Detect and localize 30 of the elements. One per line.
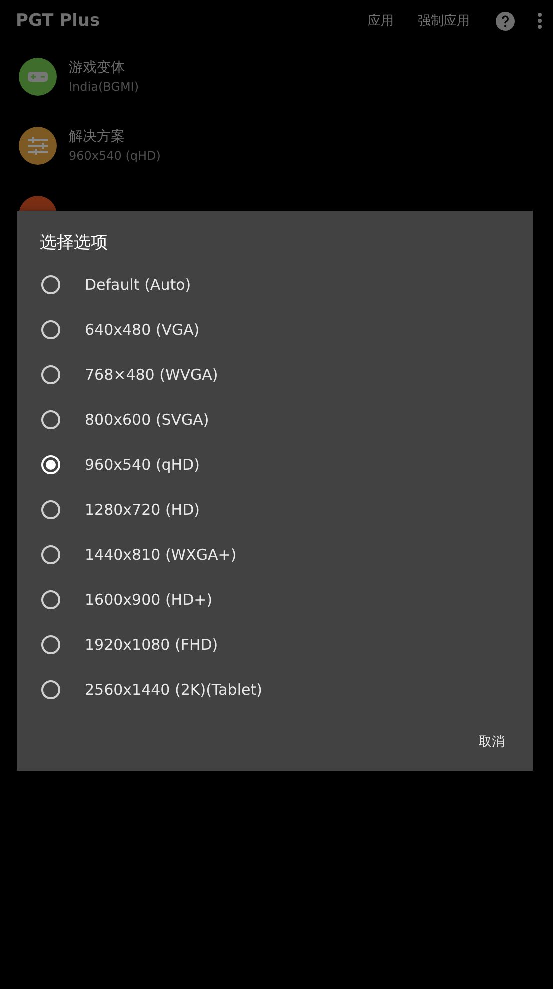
help-icon[interactable]	[496, 12, 515, 30]
setting-title: 游戏变体	[69, 59, 126, 77]
radio-option[interactable]: 1280x720 (HD)	[17, 487, 533, 532]
cancel-button[interactable]: 取消	[479, 733, 505, 751]
radio-option[interactable]: 1600x900 (HD+)	[17, 577, 533, 622]
radio-button[interactable]	[41, 544, 61, 564]
radio-button[interactable]	[41, 590, 61, 610]
action-button[interactable]: 应用	[368, 12, 394, 30]
radio-button[interactable]	[41, 364, 61, 384]
dialog-title: 选择选项	[40, 232, 108, 254]
radio-button[interactable]	[41, 320, 61, 340]
radio-button[interactable]	[41, 274, 61, 294]
setting-value: 960x540 (qHD)	[69, 149, 161, 163]
radio-button[interactable]	[41, 634, 61, 654]
radio-option[interactable]: 1920x1080 (FHD)	[17, 622, 533, 667]
radio-option[interactable]: 1440x810 (WXGA+)	[17, 532, 533, 577]
radio-option[interactable]: 2560x1440 (2K)(Tablet)	[17, 667, 533, 712]
app-title: PGT Plus	[16, 11, 102, 31]
radio-button[interactable]	[41, 500, 61, 520]
setting-title: 解决方案	[69, 128, 126, 146]
more-icon[interactable]	[537, 12, 543, 30]
action-button[interactable]: 强制应用	[418, 12, 470, 30]
radio-option[interactable]: 768×480 (WVGA)	[17, 352, 533, 397]
radio-option[interactable]: 800x600 (SVGA)	[17, 397, 533, 442]
radio-option[interactable]: 640x480 (VGA)	[17, 307, 533, 352]
radio-button[interactable]	[41, 680, 61, 700]
radio-option[interactable]: Default (Auto)	[17, 262, 533, 307]
setting-value: India(BGMI)	[69, 80, 140, 94]
radio-button[interactable]	[41, 410, 61, 430]
radio-option[interactable]: 960x540 (qHD)	[17, 442, 533, 487]
